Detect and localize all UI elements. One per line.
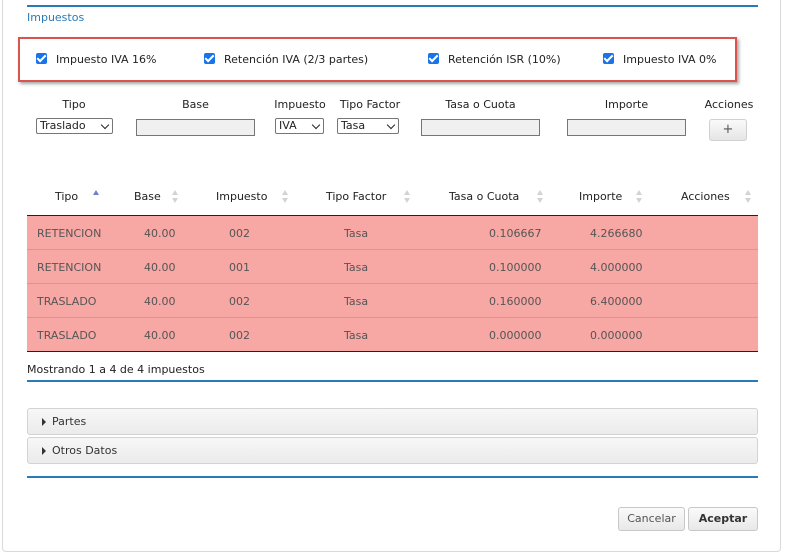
checkbox-label: Retención IVA (2/3 partes) xyxy=(224,53,369,66)
cell-tasa: 0.160000 xyxy=(489,295,542,308)
cell-tipo-factor: Tasa xyxy=(344,329,369,342)
checkbox-checked-icon[interactable] xyxy=(603,53,614,64)
cell-tipo-factor: Tasa xyxy=(344,227,369,240)
cell-impuesto: 002 xyxy=(229,329,250,342)
cell-tipo-factor: Tasa xyxy=(344,295,369,308)
chevron-down-icon xyxy=(100,120,110,130)
checkbox-checked-icon[interactable] xyxy=(36,53,47,64)
tasa-input[interactable] xyxy=(421,119,540,136)
accordion-otros-datos[interactable]: Otros Datos xyxy=(27,437,758,464)
cell-impuesto: 001 xyxy=(229,261,250,274)
sort-icon[interactable] xyxy=(636,190,643,204)
column-header-tipo-factor[interactable]: Tipo Factor xyxy=(326,190,386,203)
cell-tipo: RETENCION xyxy=(37,227,102,240)
section-divider-middle xyxy=(27,380,758,382)
form-label-impuesto: Impuesto xyxy=(274,98,326,111)
form-label-tipo-factor: Tipo Factor xyxy=(339,98,401,111)
cell-importe: 6.400000 xyxy=(590,295,643,308)
column-header-impuesto[interactable]: Impuesto xyxy=(216,190,267,203)
column-header-base[interactable]: Base xyxy=(134,190,161,203)
tax-table-body: RETENCION 40.00 002 Tasa 0.106667 4.2666… xyxy=(27,216,758,352)
chevron-down-icon xyxy=(311,120,321,130)
base-input[interactable] xyxy=(136,119,255,136)
sort-icon[interactable] xyxy=(172,190,179,204)
add-tax-button[interactable]: + xyxy=(709,119,747,141)
column-header-acciones[interactable]: Acciones xyxy=(681,190,730,203)
checkbox-retencion-iva[interactable]: Retención IVA (2/3 partes) xyxy=(204,53,368,66)
sort-ascending-icon[interactable] xyxy=(93,190,100,204)
accordion-label: Otros Datos xyxy=(52,444,118,457)
cell-base: 40.00 xyxy=(144,329,176,342)
accept-button[interactable]: Aceptar xyxy=(688,507,758,531)
caret-right-icon xyxy=(42,418,46,426)
table-info: Mostrando 1 a 4 de 4 impuestos xyxy=(27,363,205,376)
checkbox-retencion-isr[interactable]: Retención ISR (10%) xyxy=(428,53,561,66)
chevron-down-icon xyxy=(386,120,396,130)
caret-right-icon xyxy=(42,447,46,455)
tipo-select[interactable]: Traslado xyxy=(36,118,113,134)
cell-impuesto: 002 xyxy=(229,227,250,240)
column-header-tasa[interactable]: Tasa o Cuota xyxy=(449,190,519,203)
checkbox-label: Impuesto IVA 16% xyxy=(56,53,157,66)
cell-impuesto: 002 xyxy=(229,295,250,308)
impuesto-select[interactable]: IVA xyxy=(275,118,324,134)
section-divider-bottom xyxy=(27,476,758,478)
cell-importe: 0.000000 xyxy=(590,329,643,342)
cell-importe: 4.266680 xyxy=(590,227,643,240)
form-label-base: Base xyxy=(182,98,209,111)
importe-input[interactable] xyxy=(567,119,686,136)
form-label-tipo: Tipo xyxy=(62,98,86,111)
column-header-tipo[interactable]: Tipo xyxy=(55,190,78,203)
form-label-tasa: Tasa o Cuota xyxy=(445,98,516,111)
checkbox-label: Impuesto IVA 0% xyxy=(623,53,717,66)
accordion-label: Partes xyxy=(52,415,87,428)
checkbox-checked-icon[interactable] xyxy=(204,53,215,64)
checkbox-impuesto-iva-0[interactable]: Impuesto IVA 0% xyxy=(603,53,717,66)
cell-base: 40.00 xyxy=(144,227,176,240)
cell-tasa: 0.000000 xyxy=(489,329,542,342)
column-header-importe[interactable]: Importe xyxy=(579,190,622,203)
sort-icon[interactable] xyxy=(404,190,411,204)
cell-tipo: TRASLADO xyxy=(37,295,97,308)
accordion-partes[interactable]: Partes xyxy=(27,408,758,435)
cell-tasa: 0.106667 xyxy=(489,227,542,240)
impuesto-select-value: IVA xyxy=(279,119,297,132)
cell-tipo-factor: Tasa xyxy=(344,261,369,274)
cancel-button[interactable]: Cancelar xyxy=(618,507,685,531)
sort-icon[interactable] xyxy=(282,190,289,204)
cell-tipo: TRASLADO xyxy=(37,329,97,342)
checkbox-impuesto-iva-16[interactable]: Impuesto IVA 16% xyxy=(36,53,157,66)
cell-tipo: RETENCION xyxy=(37,261,102,274)
sort-icon[interactable] xyxy=(745,190,752,204)
tipo-factor-select-value: Tasa xyxy=(341,119,366,132)
table-row[interactable]: TRASLADO 40.00 002 Tasa 0.000000 0.00000… xyxy=(27,318,758,352)
table-row[interactable]: RETENCION 40.00 001 Tasa 0.100000 4.0000… xyxy=(27,250,758,284)
section-divider-top xyxy=(27,5,758,7)
checkbox-checked-icon[interactable] xyxy=(428,53,439,64)
form-label-importe: Importe xyxy=(604,98,649,111)
cell-base: 40.00 xyxy=(144,261,176,274)
tipo-select-value: Traslado xyxy=(40,119,86,132)
cell-importe: 4.000000 xyxy=(590,261,643,274)
section-title: Impuestos xyxy=(27,11,85,24)
cell-tasa: 0.100000 xyxy=(489,261,542,274)
sort-icon[interactable] xyxy=(537,190,544,204)
checkbox-label: Retención ISR (10%) xyxy=(448,53,561,66)
tipo-factor-select[interactable]: Tasa xyxy=(337,118,399,134)
form-label-acciones: Acciones xyxy=(704,98,754,111)
table-row[interactable]: RETENCION 40.00 002 Tasa 0.106667 4.2666… xyxy=(27,216,758,250)
cell-base: 40.00 xyxy=(144,295,176,308)
table-row[interactable]: TRASLADO 40.00 002 Tasa 0.160000 6.40000… xyxy=(27,284,758,318)
